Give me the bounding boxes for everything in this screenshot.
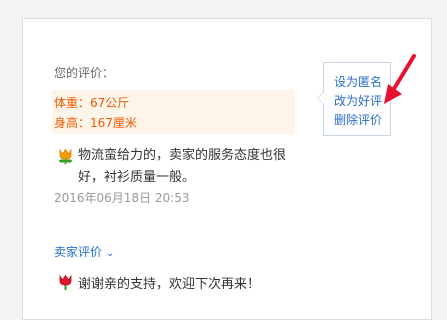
buyer-attributes: 体重：67公斤 身高：167厘米 [52,90,295,134]
annotation-arrow-icon [384,54,416,104]
weight-attribute: 体重：67公斤 [54,94,129,111]
height-attribute: 身高：167厘米 [54,114,137,131]
seller-reply-text: 谢谢亲的支持，欢迎下次再来！ [78,277,261,292]
seller-review-toggle[interactable]: 卖家评价 ⌄ [54,243,114,260]
weight-value: 67公斤 [90,96,130,110]
delete-review-link[interactable]: 删除评价 [334,111,382,128]
height-label: 身高： [54,116,91,130]
set-anonymous-link[interactable]: 设为匿名 [334,73,382,90]
seller-rating-flower-icon [59,274,72,290]
your-review-heading: 您的评价： [54,66,115,80]
chevron-down-icon: ⌄ [106,248,115,259]
change-to-positive-link[interactable]: 改为好评 [334,92,382,109]
weight-label: 体重： [54,96,91,110]
height-value: 167厘米 [90,116,137,130]
seller-review-label: 卖家评价 [54,245,103,259]
review-date: 2016年06月18日 20:53 [54,191,190,205]
positive-rating-flower-icon [59,148,72,164]
review-text: 物流蛮给力的，卖家的服务态度也很好，衬衫质量一般。 [78,148,287,185]
